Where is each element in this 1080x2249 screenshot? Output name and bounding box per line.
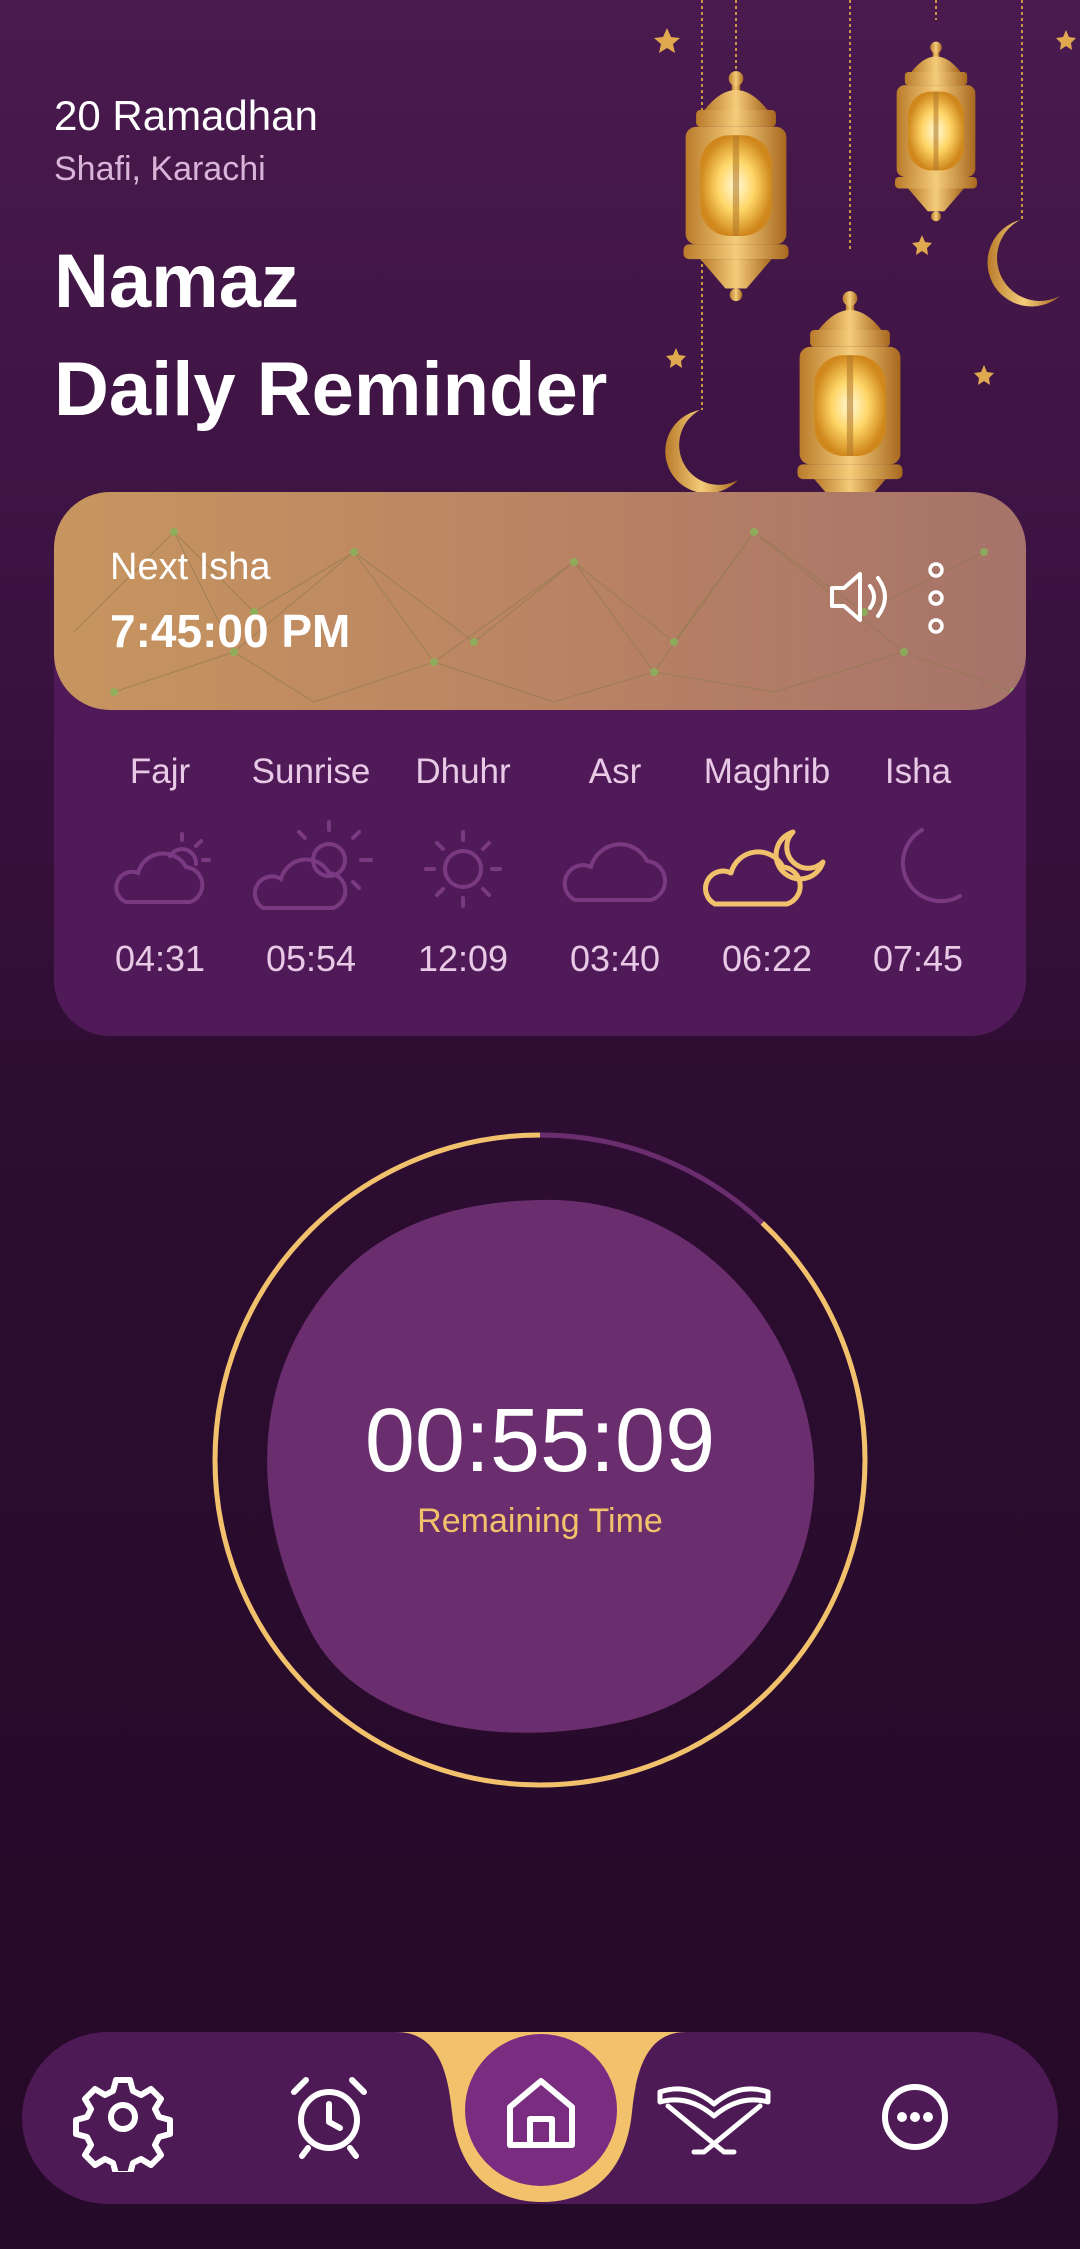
cloud-sun-small-icon: [114, 832, 211, 904]
page-title: Namaz Daily Reminder: [54, 228, 607, 444]
prayer-maghrib[interactable]: Maghrib 06:22: [692, 752, 842, 980]
prayer-time: 12:09: [417, 938, 509, 979]
home-icon[interactable]: [486, 2057, 596, 2167]
sun-cloud-icon: [252, 820, 373, 910]
prayer-time: 03:40: [569, 938, 661, 979]
cloud-moon-icon: [703, 829, 826, 907]
speaker-icon[interactable]: [824, 562, 894, 632]
prayer-name: Sunrise: [251, 752, 371, 791]
prayer-name: Isha: [884, 752, 952, 791]
cloud-icon: [562, 842, 668, 902]
location-label[interactable]: Shafi, Karachi: [54, 150, 266, 189]
prayer-name: Maghrib: [703, 752, 831, 791]
crescent-moon-icon: [900, 828, 962, 904]
hijri-date: 20 Ramadhan: [54, 92, 318, 139]
countdown-timer: 00:55:09: [364, 1391, 716, 1491]
gear-icon[interactable]: [68, 2062, 178, 2172]
next-prayer-card[interactable]: Next Isha 7:45:00 PM: [54, 492, 1026, 710]
prayer-time: 06:22: [721, 938, 813, 979]
more-horizontal-icon[interactable]: [860, 2062, 970, 2172]
sun-icon: [424, 830, 502, 908]
quran-stand-icon[interactable]: [654, 2062, 774, 2172]
prayer-name: Dhuhr: [415, 752, 511, 791]
remaining-time-label: Remaining Time: [417, 1502, 663, 1540]
prayer-isha[interactable]: Isha 07:45: [843, 752, 993, 980]
prayer-sunrise[interactable]: Sunrise 05:54: [236, 752, 386, 980]
lantern-decoration: [654, 0, 1076, 500]
prayer-fajr[interactable]: Fajr 04:31: [85, 752, 235, 980]
prayer-time: 05:54: [265, 938, 357, 979]
prayer-name: Asr: [588, 752, 642, 791]
more-vertical-icon[interactable]: [924, 558, 948, 638]
prayer-name: Fajr: [129, 752, 191, 791]
prayer-time: 07:45: [872, 938, 964, 979]
bottom-nav: [22, 2032, 1058, 2204]
prayer-asr[interactable]: Asr 03:40: [540, 752, 690, 980]
prayer-dhuhr[interactable]: Dhuhr 12:09: [388, 752, 538, 980]
title-line-2: Daily Reminder: [54, 347, 608, 432]
alarm-clock-icon[interactable]: [274, 2062, 384, 2172]
title-line-1: Namaz: [54, 239, 299, 324]
next-prayer-time: 7:45:00 PM: [110, 605, 351, 657]
prayer-time: 04:31: [114, 938, 206, 979]
next-prayer-label: Next Isha: [110, 546, 271, 588]
